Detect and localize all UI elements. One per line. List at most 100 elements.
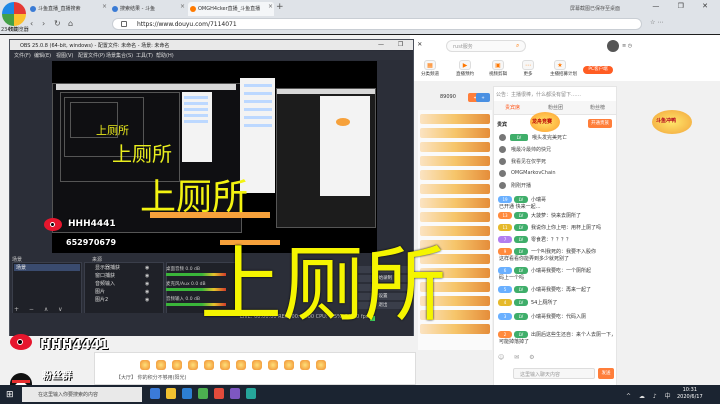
douyu-search-input[interactable]: rust服务 [446,40,526,52]
tab-fan-rank[interactable]: 粉丝榜 [590,104,605,111]
nested-row [244,116,272,119]
header-video[interactable]: ▣ 视频剪辑 [488,60,508,77]
obs-menu-file[interactable]: 文件(F) [14,52,31,59]
gift-icon[interactable] [204,360,214,370]
system-tray[interactable]: ^ ☁ ♪ 中 [626,391,674,400]
gift-icon[interactable] [172,360,182,370]
visibility-icon[interactable]: ◉ [145,273,149,279]
visibility-icon[interactable]: ◉ [145,289,149,295]
fan-badge: 2 [498,331,512,338]
chat-message: 5 LV 小瑞哥我要吃：再来一起了 [497,285,615,297]
source-item[interactable]: 窗口捕获 ◉ [85,272,165,279]
fan-row[interactable]: 刚刚开播 [497,181,615,191]
header-menu-icon[interactable]: ≡ ◷ [622,43,632,49]
search-icon[interactable]: ⌕ [516,42,519,50]
video-icon: ▣ [492,60,504,70]
source-item[interactable]: 图片2 ◉ [85,296,165,303]
scene-toolbar[interactable]: + − ∧ ∨ [14,306,67,313]
browser-tab-3[interactable]: OMGH4cker直播_斗鱼直播 [188,2,274,16]
chat-toolbar-icons[interactable]: ☺ ✉ ⚙ [498,354,538,361]
stream-stat: 89090 [440,94,456,100]
nested-row [244,100,272,103]
chat-section-title: 贵宾 [497,122,508,128]
chat-message: 2 LV 出厕后这些生还自：来个人去厕一下， 可能掉落掉了 [497,330,616,345]
app-icon[interactable] [214,388,224,399]
level-badge: LV [514,286,528,293]
bookmark-item[interactable]: 收藏 [8,26,18,33]
taskbar-search[interactable]: 在这里输入你要搜索的内容 [22,387,142,402]
banner-thumb[interactable] [420,114,490,124]
new-tab-icon[interactable]: + [276,2,284,12]
obs-taskbar-icon[interactable] [230,388,240,399]
watermark-name-small: HHH4441 [68,219,116,229]
gift-icon[interactable] [188,360,198,370]
browser-tab-2[interactable]: 搜索结果 - 斗鱼 [110,2,185,16]
tab-vip[interactable]: 贵宾席 [505,104,520,111]
chat-send-button[interactable]: 发送 [598,368,614,379]
app-icon[interactable] [246,388,256,399]
obs-menu-edit[interactable]: 编辑(E) [34,52,51,59]
file-explorer-icon[interactable] [166,388,176,399]
banner-thumb[interactable] [420,156,490,166]
pc-client-button[interactable]: PC客户端 [583,66,613,74]
banner-thumb[interactable] [420,184,490,194]
gift-icon[interactable] [284,360,294,370]
app-icon[interactable] [198,388,208,399]
banner-thumb[interactable] [420,128,490,138]
banner-thumb[interactable] [420,142,490,152]
header-recruit[interactable]: ★ 主播招募计划 [550,60,577,77]
level-badge: LV [510,134,528,141]
gift-icon[interactable] [252,360,262,370]
window-controls[interactable]: — ❐ ✕ [652,2,716,10]
obs-menu-help[interactable]: 帮助(H) [156,52,174,59]
fan-name: 我看见在仅学死 [511,159,547,165]
gift-icon[interactable] [300,360,310,370]
visibility-icon[interactable]: ◉ [145,265,149,271]
browser-tab-1[interactable]: 斗鱼直播_直播搜索 [28,2,108,16]
clock[interactable]: 10:31 2020/6/17 [677,387,703,401]
edge-icon[interactable] [182,388,192,399]
banner-thumb[interactable] [420,170,490,180]
tab-close-icon[interactable]: × [102,3,107,10]
obs-menu-scenes[interactable]: 场景集合(S) [106,52,133,59]
user-avatar[interactable] [607,40,619,52]
task-view-icon[interactable] [150,388,160,399]
tab-close-icon[interactable]: × [180,3,185,10]
gift-icon[interactable] [220,360,230,370]
obs-window-controls[interactable]: — ❐ ✕ [378,41,428,48]
gift-icon[interactable] [156,360,166,370]
scene-item[interactable]: 场景 [14,264,80,271]
banner-thumb[interactable] [420,198,490,208]
obs-menu-view[interactable]: 视图(V) [56,52,73,59]
header-more[interactable]: ⋯ 更多 [518,60,538,77]
obs-menu-profile[interactable]: 配置文件(P) [78,52,105,59]
header-category[interactable]: ▦ 分类频道 [420,60,440,77]
windows-start-icon[interactable]: ⊞ [6,390,14,400]
source-item[interactable]: 音频输入 ◉ [85,280,165,287]
category-icon: ▦ [424,60,436,70]
follow-button[interactable]: + [476,93,490,102]
source-item[interactable]: 显示器捕获 ◉ [85,264,165,271]
gift-icon[interactable] [236,360,246,370]
obs-menu-tools[interactable]: 工具(T) [136,52,153,59]
tab-close-icon[interactable]: × [268,3,273,10]
tab-fan-group[interactable]: 粉丝团 [548,104,563,111]
gift-icon[interactable] [268,360,278,370]
browser-logo-icon[interactable] [2,2,26,26]
fan-badge: 7 [498,236,512,243]
fan-row[interactable]: LV 哦头发完美死亡 [497,133,615,143]
fan-row[interactable]: 我看见在仅学死 [497,157,615,167]
level-badge: LV [514,267,528,274]
gift-icon[interactable] [316,360,326,370]
fan-row[interactable]: OMGMarkovChain [497,169,615,179]
chat-message: 19 LV 小瑞哥 已开通 快来一起… [497,195,615,210]
gift-icon[interactable] [140,360,150,370]
fan-row[interactable]: 哦最冷最帅的快兄 [497,145,615,155]
visibility-icon[interactable]: ◉ [145,297,149,303]
source-item[interactable]: 图片 ◉ [85,288,165,295]
clock-time: 10:31 [682,387,698,393]
visibility-icon[interactable]: ◉ [145,281,149,287]
chat-input[interactable]: 这里输入聊天内容 [513,368,595,379]
header-live[interactable]: ▶ 直播预约 [455,60,475,77]
open-noble-button[interactable]: 开通贵族 [588,119,612,128]
